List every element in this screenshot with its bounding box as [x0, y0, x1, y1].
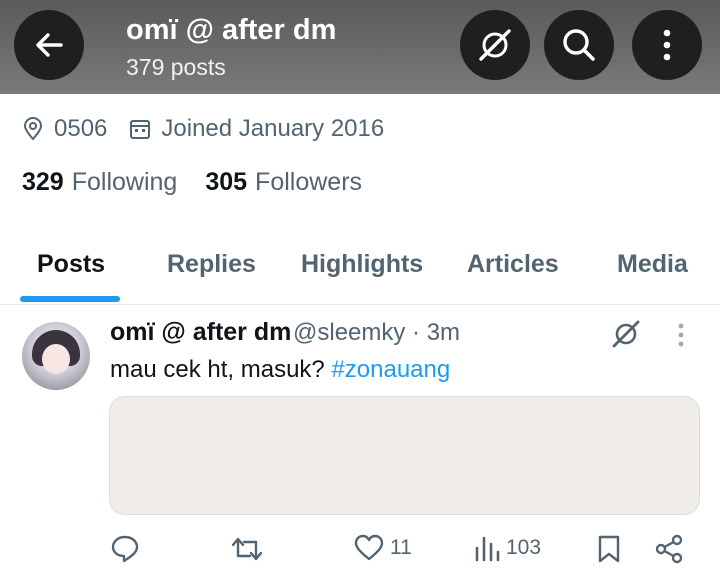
followers-label: Followers	[255, 168, 363, 196]
reply-icon	[111, 535, 139, 563]
following-label: Following	[71, 168, 178, 196]
tweet-actions: 11 103	[0, 530, 720, 570]
share-button[interactable]	[654, 534, 690, 564]
profile-location: 0506	[54, 115, 108, 142]
like-icon	[354, 534, 384, 561]
tweet-more-button[interactable]	[676, 322, 686, 353]
search-button[interactable]	[544, 10, 614, 80]
tweet-author-name[interactable]: omï @ after dm	[110, 318, 291, 347]
grok-button[interactable]	[460, 10, 530, 80]
tweet-text: mau cek ht, masuk? #zonauang	[110, 356, 450, 384]
header-posts-count: 379 posts	[126, 54, 226, 80]
profile-header: omï @ after dm 379 posts	[0, 0, 720, 94]
search-icon	[563, 29, 595, 61]
bookmark-button[interactable]	[597, 534, 627, 564]
followers-count: 305	[205, 168, 248, 196]
views-button[interactable]: 103	[474, 534, 541, 562]
tab-replies[interactable]: Replies	[167, 250, 256, 279]
profile-meta: 0506 Joined January 2016	[22, 115, 384, 143]
like-count: 11	[390, 536, 412, 559]
follow-stats: 329 Following 305 Followers	[22, 168, 390, 197]
tab-highlights[interactable]: Highlights	[301, 250, 423, 279]
reply-button[interactable]	[110, 534, 146, 564]
following-count: 329	[22, 168, 64, 196]
back-button[interactable]	[14, 10, 84, 80]
active-tab-indicator	[20, 296, 120, 302]
retweet-icon	[231, 537, 263, 561]
location-pin-icon	[22, 117, 44, 141]
avatar[interactable]	[22, 322, 90, 390]
tab-media[interactable]: Media	[617, 250, 688, 279]
profile-joined: Joined January 2016	[161, 115, 385, 142]
retweet-button[interactable]	[230, 534, 270, 564]
grok-icon	[612, 320, 640, 348]
more-vertical-icon	[678, 323, 684, 347]
more-button[interactable]	[632, 10, 702, 80]
like-button[interactable]: 11	[354, 534, 412, 562]
bookmark-icon	[598, 535, 620, 563]
views-icon	[475, 536, 500, 562]
tweet-hashtag[interactable]: #zonauang	[331, 356, 450, 383]
tab-posts[interactable]: Posts	[37, 250, 105, 279]
followers-link[interactable]: 305 Followers	[205, 168, 362, 197]
tweet-grok-button[interactable]	[610, 318, 642, 355]
back-arrow-icon	[36, 33, 63, 57]
header-name: omï @ after dm	[126, 14, 337, 46]
grok-icon	[479, 29, 511, 61]
tab-articles[interactable]: Articles	[467, 250, 559, 279]
tweet-media[interactable]	[109, 396, 700, 515]
following-link[interactable]: 329 Following	[22, 168, 177, 197]
tweet-body: mau cek ht, masuk?	[110, 356, 332, 383]
calendar-icon	[129, 118, 151, 140]
more-vertical-icon	[663, 29, 671, 61]
views-count: 103	[506, 536, 542, 559]
share-icon	[655, 534, 683, 564]
tweet-handle-time: @sleemky · 3m	[293, 319, 461, 346]
